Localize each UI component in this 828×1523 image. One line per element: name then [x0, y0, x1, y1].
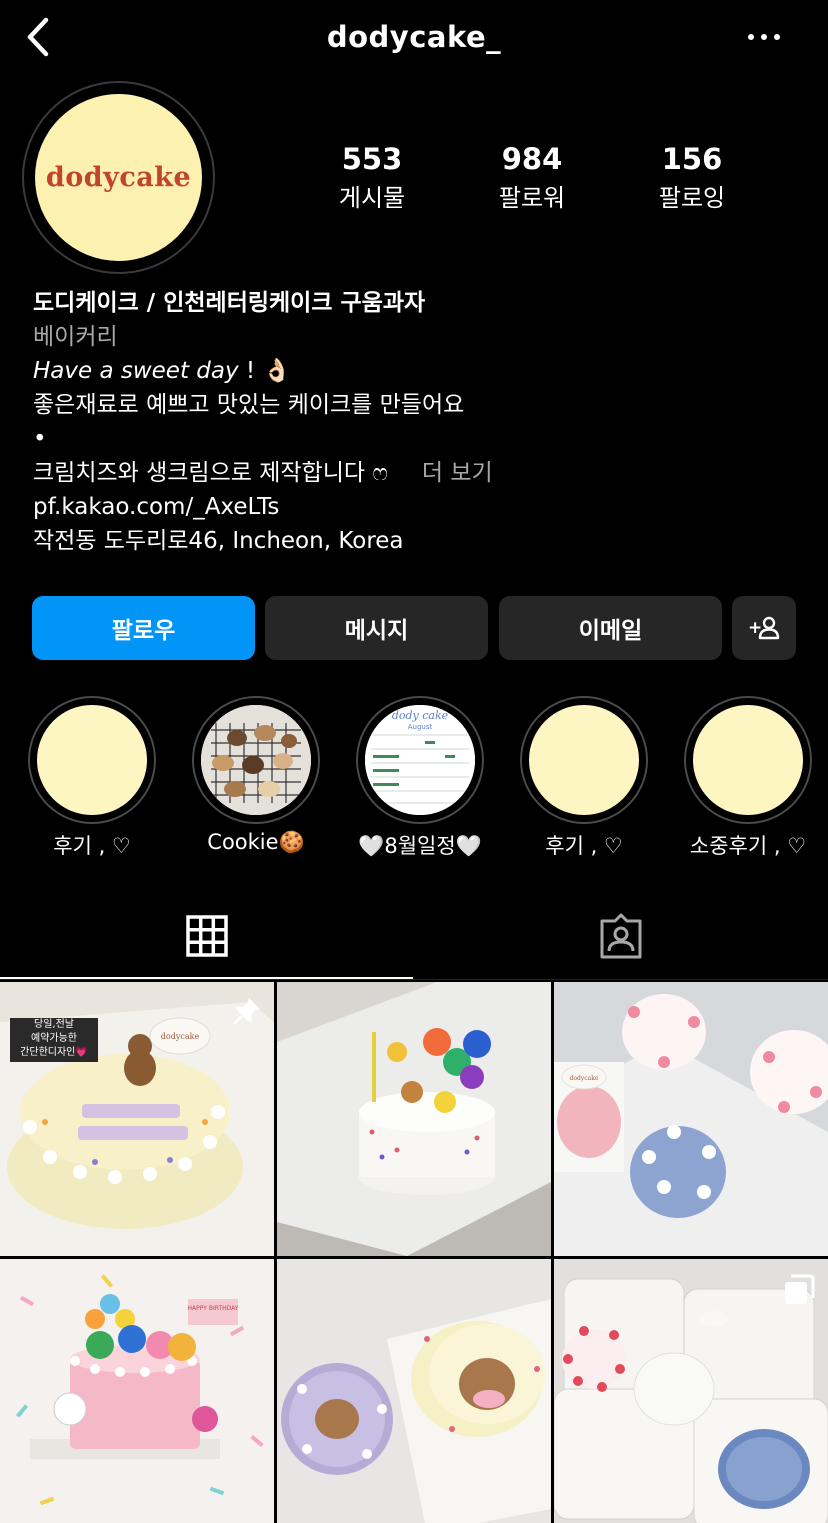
posts-count-value: 553	[341, 142, 403, 176]
highlight-cover: dody cake August	[365, 705, 475, 815]
bio-name: 도디케이크 / 인천레터링케이크 구움과자	[33, 290, 426, 316]
post-thumbnail[interactable]: dodycake	[554, 982, 828, 1256]
highlight-ring	[192, 696, 320, 824]
followers-count-label: 팔로워	[498, 184, 566, 212]
suggested-accounts-button[interactable]: +	[732, 596, 796, 660]
top-bar: dodycake_	[0, 0, 828, 76]
avatar-image: dodycake	[35, 94, 202, 261]
following-count-label: 팔로잉	[658, 184, 726, 212]
post-sign-text: HAPPY BIRTHDAY	[188, 1305, 239, 1312]
profile-bio: 도디케이크 / 인천레터링케이크 구움과자 베이커리 Have a sweet …	[33, 286, 813, 558]
profile-avatar[interactable]: dodycake	[22, 81, 215, 274]
bio-website-link[interactable]: pf.kakao.com/_AxeLTs	[33, 490, 813, 524]
follow-button[interactable]: 팔로우	[32, 596, 255, 660]
followers-count-value: 984	[501, 142, 563, 176]
profile-username: dodycake_	[326, 20, 502, 54]
bio-category: 베이커리	[33, 324, 118, 350]
following-count[interactable]: 156 팔로잉	[612, 142, 772, 213]
highlight-reviews-2[interactable]: 후기 , ♡	[520, 696, 648, 860]
tab-posts-grid[interactable]	[186, 915, 228, 961]
highlight-august-schedule[interactable]: dody cake August 🤍8월일정🤍	[356, 696, 484, 860]
highlight-precious-reviews[interactable]: 소중후기 , ♡	[684, 696, 812, 860]
highlight-ring	[28, 696, 156, 824]
highlight-cookie[interactable]: Cookie🍪	[192, 696, 320, 855]
following-count-value: 156	[661, 142, 723, 176]
bio-tagline-line: Have a sweet day ! 👌🏻	[33, 354, 813, 388]
post-badge-text: 당일,전날 예약가능한 간단한디자인💗	[20, 1019, 88, 1058]
pinned-icon	[232, 996, 262, 1030]
post-thumbnail[interactable]	[554, 1259, 828, 1523]
tagged-user-icon	[600, 913, 642, 959]
highlight-ring: dody cake August	[356, 696, 484, 824]
highlight-ring	[684, 696, 812, 824]
bio-line-2-row: 크림치즈와 생크림으로 제작합니다 ෆ 더 보기	[33, 456, 813, 490]
calendar-title: dody cake	[392, 709, 449, 722]
highlight-label: 후기 , ♡	[545, 834, 623, 858]
post-thumbnail[interactable]: HAPPY BIRTHDAY	[0, 1259, 274, 1523]
bio-tagline: Have a sweet day	[33, 358, 239, 384]
tab-divider	[0, 979, 828, 980]
highlight-ring	[520, 696, 648, 824]
multiple-photos-icon	[782, 1273, 816, 1311]
post-box-label: dodycake	[570, 1075, 599, 1082]
bio-dot: •	[33, 426, 47, 452]
highlight-reviews-1[interactable]: 후기 , ♡	[28, 696, 156, 860]
highlight-cover	[693, 705, 803, 815]
message-button[interactable]: 메시지	[265, 596, 488, 660]
post-thumbnail[interactable]	[277, 1259, 551, 1523]
highlight-cover	[529, 705, 639, 815]
profile-tabs	[0, 900, 828, 980]
add-person-icon: +	[748, 616, 780, 640]
highlight-cover	[37, 705, 147, 815]
bio-address[interactable]: 작전동 도두리로46, Incheon, Korea	[33, 524, 813, 558]
followers-count[interactable]: 984 팔로워	[452, 142, 612, 213]
bio-line-1: 좋은재료로 예쁘고 맛있는 케이크를 만들어요	[33, 392, 465, 418]
bio-line-2: 크림치즈와 생크림으로 제작합니다 ෆ	[33, 460, 388, 486]
tab-tagged[interactable]	[598, 913, 644, 963]
posts-count: 553 게시물	[292, 142, 452, 213]
highlight-cover	[201, 705, 311, 815]
highlight-label: 🤍8월일정🤍	[358, 834, 482, 858]
post-box-label: dodycake	[161, 1032, 200, 1041]
bio-tagline-tail: ! 👌🏻	[238, 358, 292, 384]
highlight-label: Cookie🍪	[207, 830, 305, 854]
bio-more-link[interactable]: 더 보기	[422, 460, 493, 486]
email-button[interactable]: 이메일	[499, 596, 722, 660]
more-options-icon[interactable]	[746, 34, 782, 44]
grid-icon	[186, 915, 228, 957]
calendar-month: August	[408, 723, 433, 731]
post-thumbnail[interactable]	[277, 982, 551, 1256]
highlight-label: 소중후기 , ♡	[689, 834, 807, 858]
post-thumbnail[interactable]: dodycake 당일,전날 예약가능한 간단한디자인💗	[0, 982, 274, 1256]
avatar-logo-text: dodycake	[45, 162, 192, 193]
posts-count-label: 게시물	[338, 184, 406, 212]
highlight-label: 후기 , ♡	[53, 834, 131, 858]
